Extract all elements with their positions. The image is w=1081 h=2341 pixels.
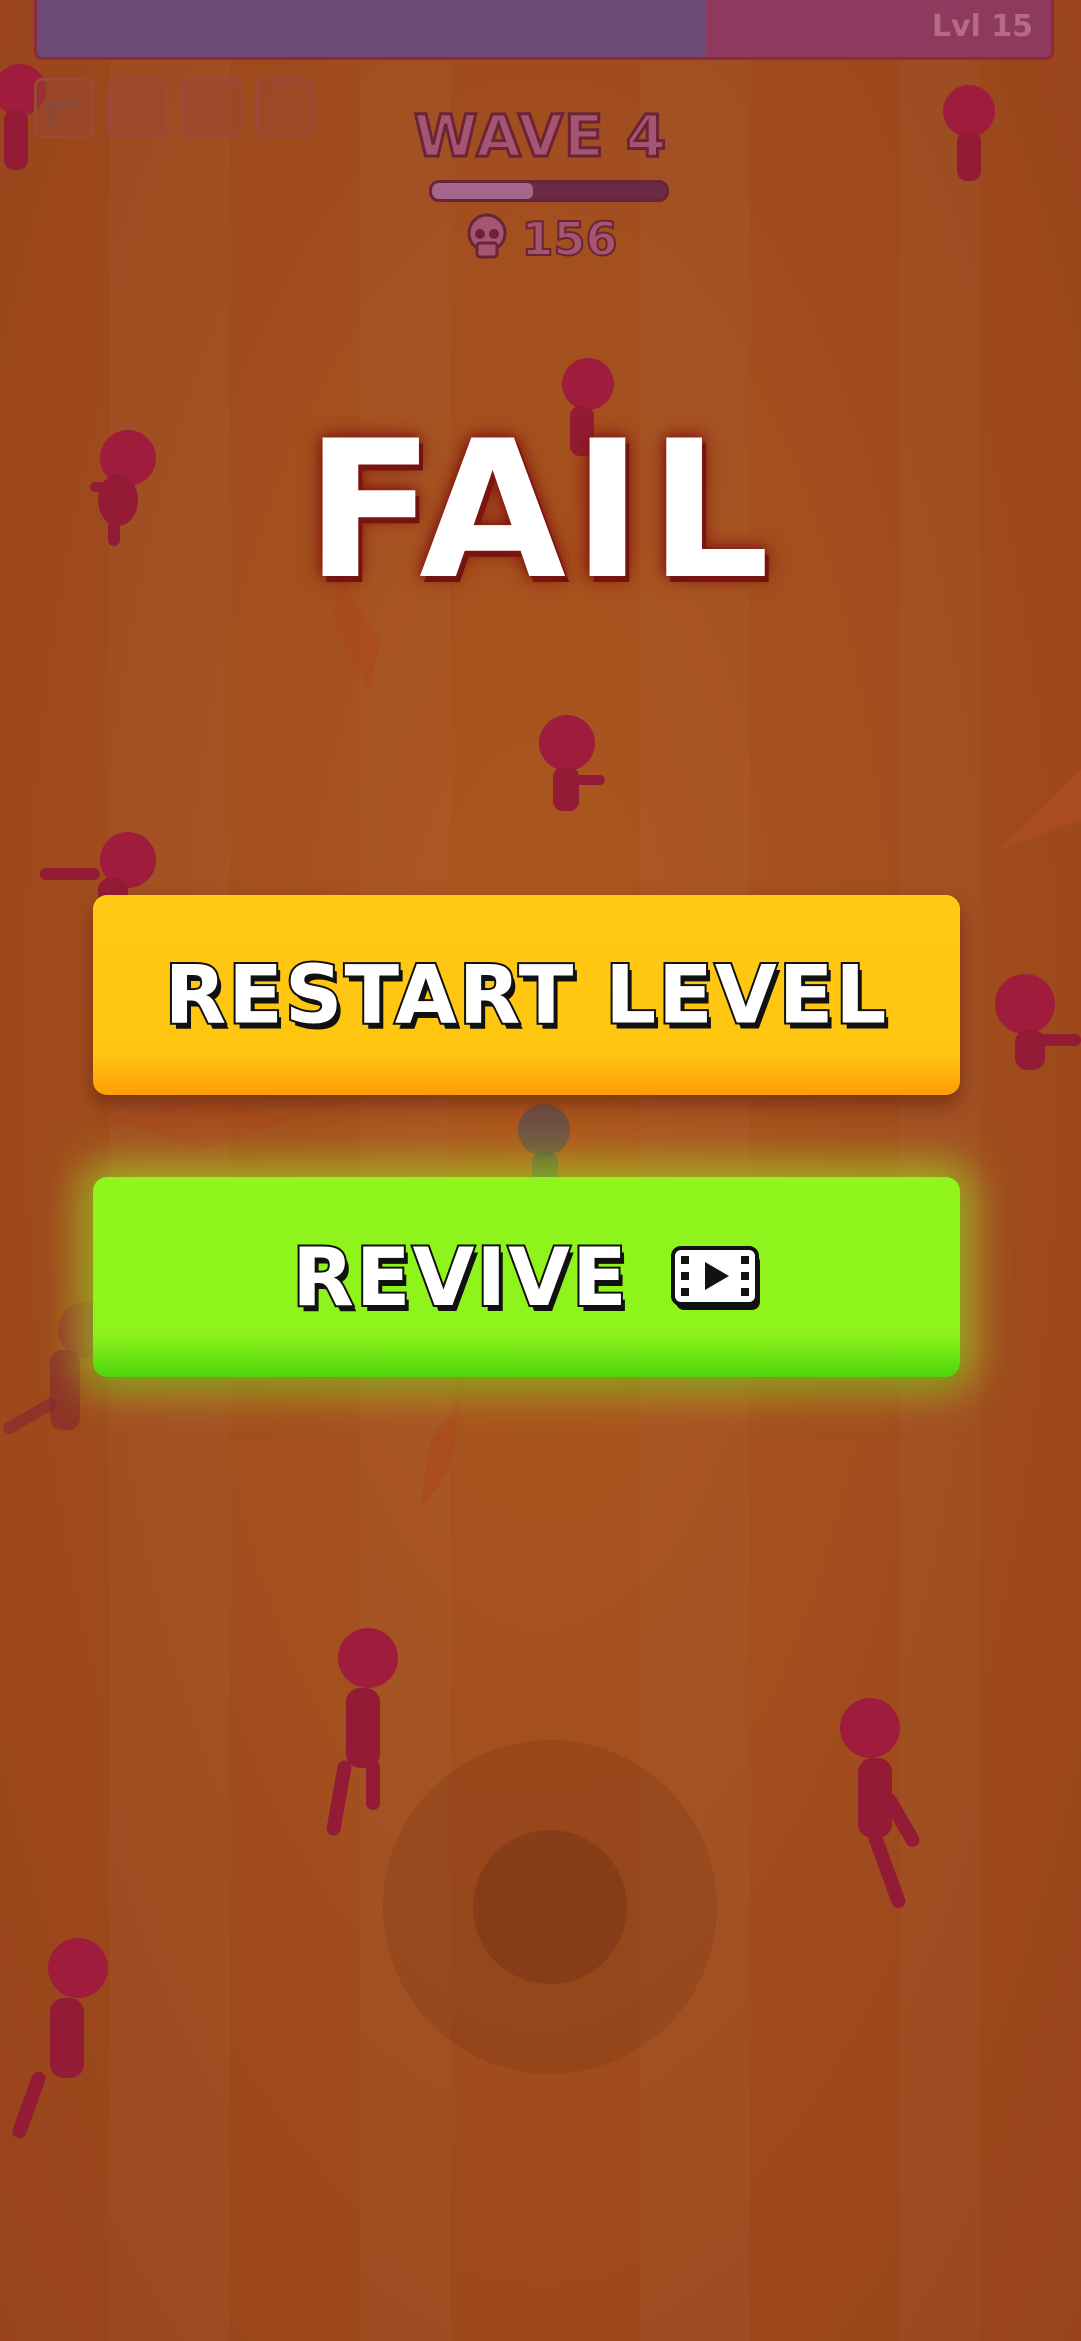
skull-icon [467, 213, 507, 259]
fail-title: FAIL [305, 400, 776, 621]
restart-level-label: RESTART LEVEL [163, 947, 889, 1044]
revive-button[interactable]: REVIVE [93, 1177, 960, 1377]
level-progress-fill [37, 0, 707, 57]
kill-count: 156 [520, 211, 618, 267]
wave-label: WAVE 4 [412, 101, 668, 172]
video-ad-icon [670, 1246, 760, 1310]
kill-counter: 156 [0, 211, 1081, 267]
restart-level-button[interactable]: RESTART LEVEL [93, 895, 960, 1095]
wave-progress-fill [432, 183, 533, 199]
revive-label: REVIVE [290, 1229, 629, 1326]
level-label: Lvl 15 [931, 9, 1033, 44]
revive-content: REVIVE [93, 1177, 960, 1377]
wave-progress-bar [429, 180, 669, 202]
joystick-knob[interactable] [473, 1830, 627, 1984]
game-scene [0, 0, 1081, 2341]
level-progress-bar: Lvl 15 [34, 0, 1054, 60]
